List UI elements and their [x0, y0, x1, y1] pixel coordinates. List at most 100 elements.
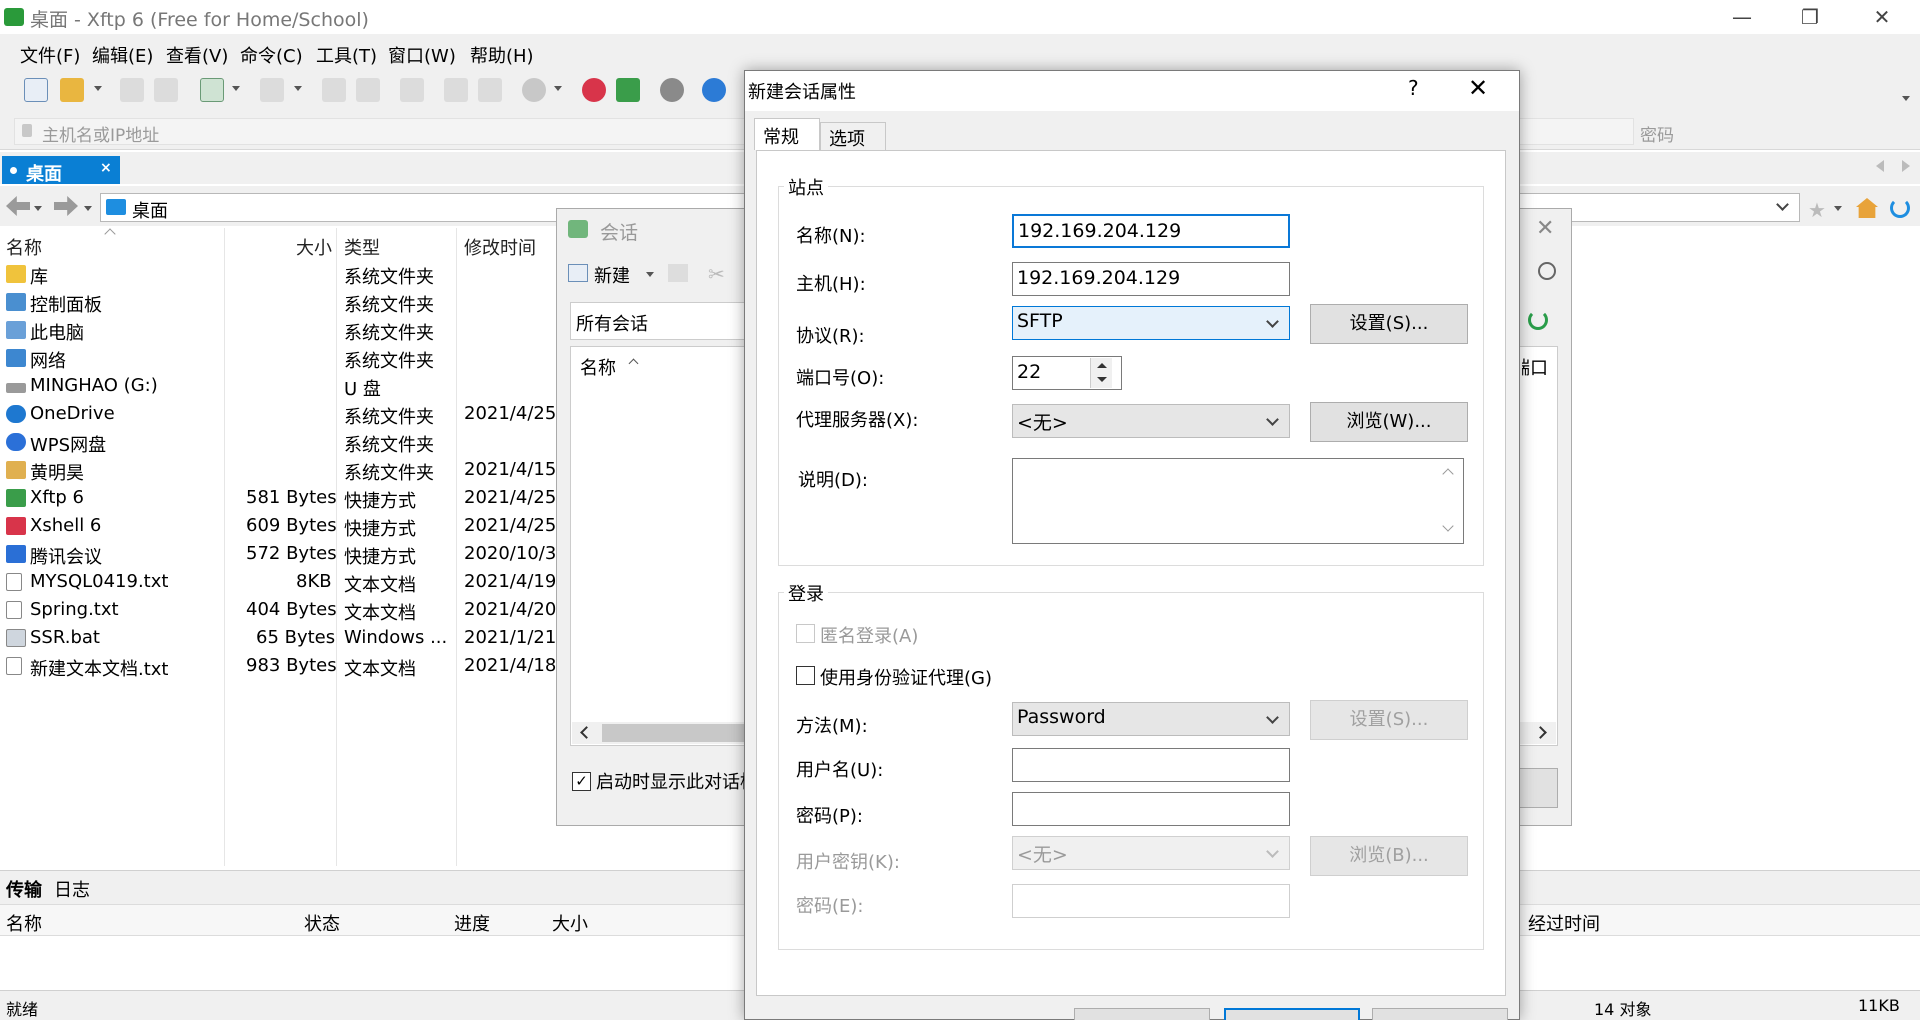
file-row[interactable]: 网络 系统文件夹: [0, 344, 560, 372]
dialog-close-button[interactable]: ✕: [1468, 74, 1488, 102]
session-new-button[interactable]: 新建: [594, 262, 630, 288]
session-cut-icon: ✂: [708, 262, 725, 286]
method-settings-button[interactable]: 设置(S)...: [1310, 700, 1468, 740]
new-session-icon[interactable]: [24, 78, 48, 102]
session-search-icon[interactable]: [1538, 262, 1556, 280]
properties-icon[interactable]: [200, 78, 224, 102]
star-icon[interactable]: ★: [1808, 198, 1826, 222]
col-size[interactable]: 大小: [296, 234, 332, 260]
username-input[interactable]: [1012, 748, 1290, 782]
tab-desktop[interactable]: 桌面 ×: [2, 156, 120, 185]
file-row[interactable]: 新建文本文档.txt 983 Bytes 文本文档 2021/4/18: [0, 652, 560, 680]
menu-window[interactable]: 窗口(W): [388, 42, 456, 68]
file-row[interactable]: Spring.txt 404 Bytes 文本文档 2021/4/20: [0, 596, 560, 624]
file-row[interactable]: 库 系统文件夹: [0, 260, 560, 288]
file-row[interactable]: 黄明昊 系统文件夹 2021/4/15: [0, 456, 560, 484]
description-input[interactable]: [1012, 458, 1464, 544]
col-name[interactable]: 名称: [6, 234, 42, 260]
cancel-button[interactable]: [1372, 1008, 1508, 1020]
file-row[interactable]: WPS网盘 系统文件夹: [0, 428, 560, 456]
file-row[interactable]: Xftp 6 581 Bytes 快捷方式 2021/4/25: [0, 484, 560, 512]
refresh-icon[interactable]: [1890, 198, 1910, 218]
protocol-value: SFTP: [1017, 310, 1063, 332]
session-dialog-close-icon[interactable]: ✕: [1536, 216, 1554, 241]
gear-icon[interactable]: [660, 78, 684, 102]
host-field[interactable]: 192.169.204.129: [1012, 262, 1290, 296]
method-select[interactable]: Password: [1012, 702, 1290, 736]
xftp-icon[interactable]: [616, 78, 640, 102]
transfer-col-status[interactable]: 状态: [304, 910, 340, 936]
session-new-icon[interactable]: [568, 264, 588, 282]
userkey-browse-button[interactable]: 浏览(B)...: [1310, 836, 1468, 876]
anonymous-checkbox[interactable]: [796, 624, 815, 643]
transfer-col-elapsed[interactable]: 经过时间: [1528, 910, 1600, 936]
tab-scroll-left-icon[interactable]: [1876, 160, 1884, 172]
passphrase-input[interactable]: [1012, 884, 1290, 918]
port-stepper[interactable]: [1090, 358, 1112, 388]
menu-view[interactable]: 查看(V): [166, 42, 228, 68]
port-down-icon[interactable]: [1097, 377, 1107, 382]
dialog-help-button[interactable]: ?: [1408, 76, 1419, 100]
menu-help[interactable]: 帮助(H): [470, 42, 534, 68]
file-row[interactable]: OneDrive 系统文件夹 2021/4/25: [0, 400, 560, 428]
show-startup-checkbox[interactable]: ✓: [572, 772, 591, 791]
ok-button[interactable]: [1224, 1008, 1360, 1020]
transfer-col-name[interactable]: 名称: [6, 910, 42, 936]
queue-icon: [478, 78, 502, 102]
tab-log[interactable]: 日志: [54, 876, 90, 902]
text-file-icon: [6, 573, 22, 591]
tab-transfer[interactable]: 传输: [6, 876, 42, 902]
file-row[interactable]: MYSQL0419.txt 8KB 文本文档 2021/4/19: [0, 568, 560, 596]
restore-button[interactable]: ❐: [1780, 2, 1840, 32]
session-new-dropdown-icon[interactable]: [646, 272, 654, 277]
port-up-icon[interactable]: [1097, 363, 1107, 368]
userkey-select[interactable]: <无>: [1012, 836, 1290, 870]
protocol-settings-button[interactable]: 设置(S)...: [1310, 304, 1468, 344]
col-type[interactable]: 类型: [344, 234, 380, 260]
connect-button[interactable]: [1074, 1008, 1210, 1020]
tab-general[interactable]: 常规: [754, 118, 820, 150]
transfer-col-progress[interactable]: 进度: [454, 910, 490, 936]
file-row[interactable]: 此电脑 系统文件夹: [0, 316, 560, 344]
close-button[interactable]: ✕: [1852, 2, 1912, 32]
name-input[interactable]: 192.169.204.129: [1012, 214, 1290, 248]
properties-dropdown-icon[interactable]: [232, 86, 240, 91]
open-folder-icon[interactable]: [60, 78, 84, 102]
toolbar-overflow-icon[interactable]: [1902, 96, 1910, 101]
tab-options[interactable]: 选项: [820, 122, 886, 150]
file-row[interactable]: SSR.bat 65 Bytes Windows ... 2021/1/21: [0, 624, 560, 652]
session-col-name[interactable]: 名称: [580, 354, 616, 380]
agent-checkbox[interactable]: [796, 666, 815, 685]
file-row[interactable]: 控制面板 系统文件夹: [0, 288, 560, 316]
menu-tools[interactable]: 工具(T): [316, 42, 377, 68]
favorites-dropdown-icon[interactable]: [1834, 206, 1842, 211]
show-startup-label: 启动时显示此对话框: [596, 772, 746, 793]
file-row[interactable]: Xshell 6 609 Bytes 快捷方式 2021/4/25: [0, 512, 560, 540]
password-input[interactable]: [1012, 792, 1290, 826]
file-row[interactable]: MINGHAO (G:) U 盘: [0, 372, 560, 400]
tab-close-icon[interactable]: ×: [100, 160, 112, 176]
file-row[interactable]: 腾讯会议 572 Bytes 快捷方式 2020/10/3: [0, 540, 560, 568]
open-dropdown-icon[interactable]: [94, 86, 102, 91]
menu-command[interactable]: 命令(C): [240, 42, 303, 68]
menu-file[interactable]: 文件(F): [20, 42, 80, 68]
session-scroll-thumb[interactable]: [602, 724, 752, 742]
password-placeholder[interactable]: 密码: [1640, 121, 1674, 146]
menu-edit[interactable]: 编辑(E): [92, 42, 153, 68]
minimize-button[interactable]: —: [1712, 2, 1772, 32]
col-modified[interactable]: 修改时间: [464, 234, 536, 260]
proxy-select[interactable]: <无>: [1012, 404, 1290, 438]
proxy-browse-button[interactable]: 浏览(W)...: [1310, 402, 1468, 442]
file-name: 控制面板: [30, 295, 102, 316]
xshell-icon[interactable]: [582, 78, 606, 102]
tab-scroll-right-icon[interactable]: [1902, 160, 1910, 172]
transfer-col-size[interactable]: 大小: [552, 910, 588, 936]
session-refresh-icon[interactable]: [1528, 310, 1548, 330]
login-group-label: 登录: [784, 580, 828, 606]
back-dropdown-icon[interactable]: [34, 206, 42, 211]
session-col-port[interactable]: 端口: [1522, 354, 1548, 376]
help-icon[interactable]: [702, 78, 726, 102]
protocol-select[interactable]: SFTP: [1012, 306, 1290, 340]
session-tree-all[interactable]: 所有会话: [576, 310, 648, 336]
forward-dropdown-icon[interactable]: [84, 206, 92, 211]
